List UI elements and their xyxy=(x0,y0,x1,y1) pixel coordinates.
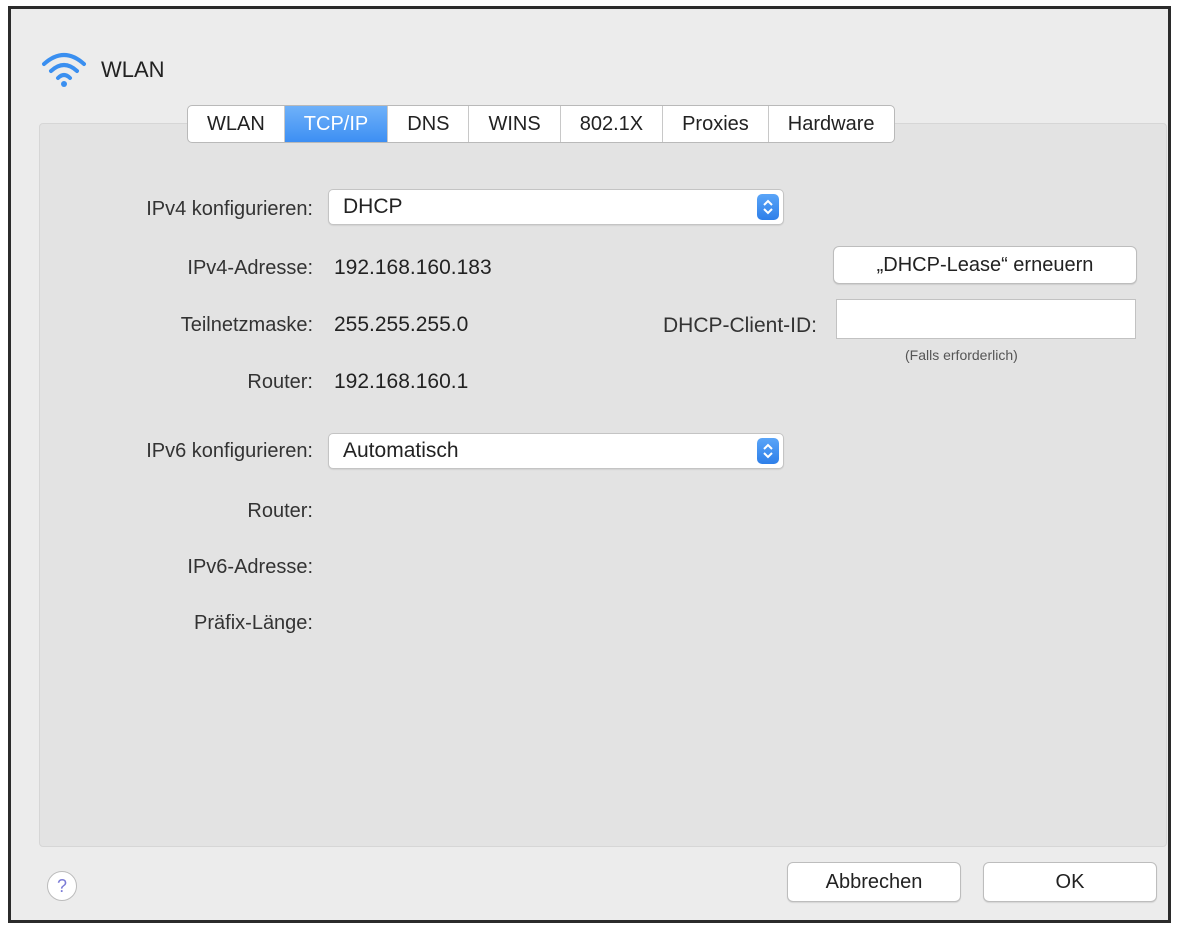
ok-button[interactable]: OK xyxy=(983,862,1157,902)
window-title: WLAN xyxy=(101,57,165,82)
window-header: WLAN xyxy=(41,47,165,93)
tab-802-1x[interactable]: 802.1X xyxy=(561,106,664,142)
ipv4-address-value: 192.168.160.183 xyxy=(334,256,492,279)
ipv4-router-label: Router: xyxy=(247,371,313,393)
ipv6-router-label: Router: xyxy=(247,500,313,522)
cancel-button[interactable]: Abbrechen xyxy=(787,862,961,902)
tab-hardware[interactable]: Hardware xyxy=(769,106,894,142)
tab-tcp-ip[interactable]: TCP/IP xyxy=(284,106,389,142)
help-icon: ? xyxy=(56,876,67,896)
wifi-icon xyxy=(42,53,86,87)
prefix-length-label: Präfix-Länge: xyxy=(194,612,313,634)
dhcp-client-id-hint: (Falls erforderlich) xyxy=(905,347,1018,363)
ipv6-configure-label: IPv6 konfigurieren: xyxy=(146,440,313,462)
ipv6-configure-value: Automatisch xyxy=(343,439,459,462)
dhcp-client-id-field[interactable] xyxy=(836,299,1136,339)
renew-dhcp-lease-button[interactable]: „DHCP-Lease“ erneuern xyxy=(833,246,1137,284)
subnet-mask-value: 255.255.255.0 xyxy=(334,313,469,336)
help-button[interactable]: ? xyxy=(47,871,77,901)
tab-dns[interactable]: DNS xyxy=(388,106,470,142)
settings-panel xyxy=(39,123,1167,847)
stepper-arrows-icon xyxy=(757,438,779,464)
subnet-mask-label: Teilnetzmaske: xyxy=(180,314,313,336)
ipv6-address-label: IPv6-Adresse: xyxy=(187,556,313,578)
ipv4-address-label: IPv4-Adresse: xyxy=(187,257,313,279)
tab-bar: WLAN TCP/IP DNS WINS 802.1X Proxies Hard… xyxy=(187,105,895,143)
network-settings-window: WLAN WLAN TCP/IP DNS WINS 802.1X Proxies… xyxy=(8,6,1171,923)
ipv4-configure-value: DHCP xyxy=(343,195,403,218)
stepper-arrows-icon xyxy=(757,194,779,220)
tab-proxies[interactable]: Proxies xyxy=(663,106,769,142)
ipv6-configure-select[interactable]: Automatisch xyxy=(328,433,784,469)
tab-wlan[interactable]: WLAN xyxy=(188,106,285,142)
dhcp-client-id-label: DHCP-Client-ID: xyxy=(662,314,817,337)
ipv4-router-value: 192.168.160.1 xyxy=(334,370,469,393)
ipv4-configure-select[interactable]: DHCP xyxy=(328,189,784,225)
ipv4-configure-label: IPv4 konfigurieren: xyxy=(146,198,313,220)
tab-wins[interactable]: WINS xyxy=(469,106,561,142)
